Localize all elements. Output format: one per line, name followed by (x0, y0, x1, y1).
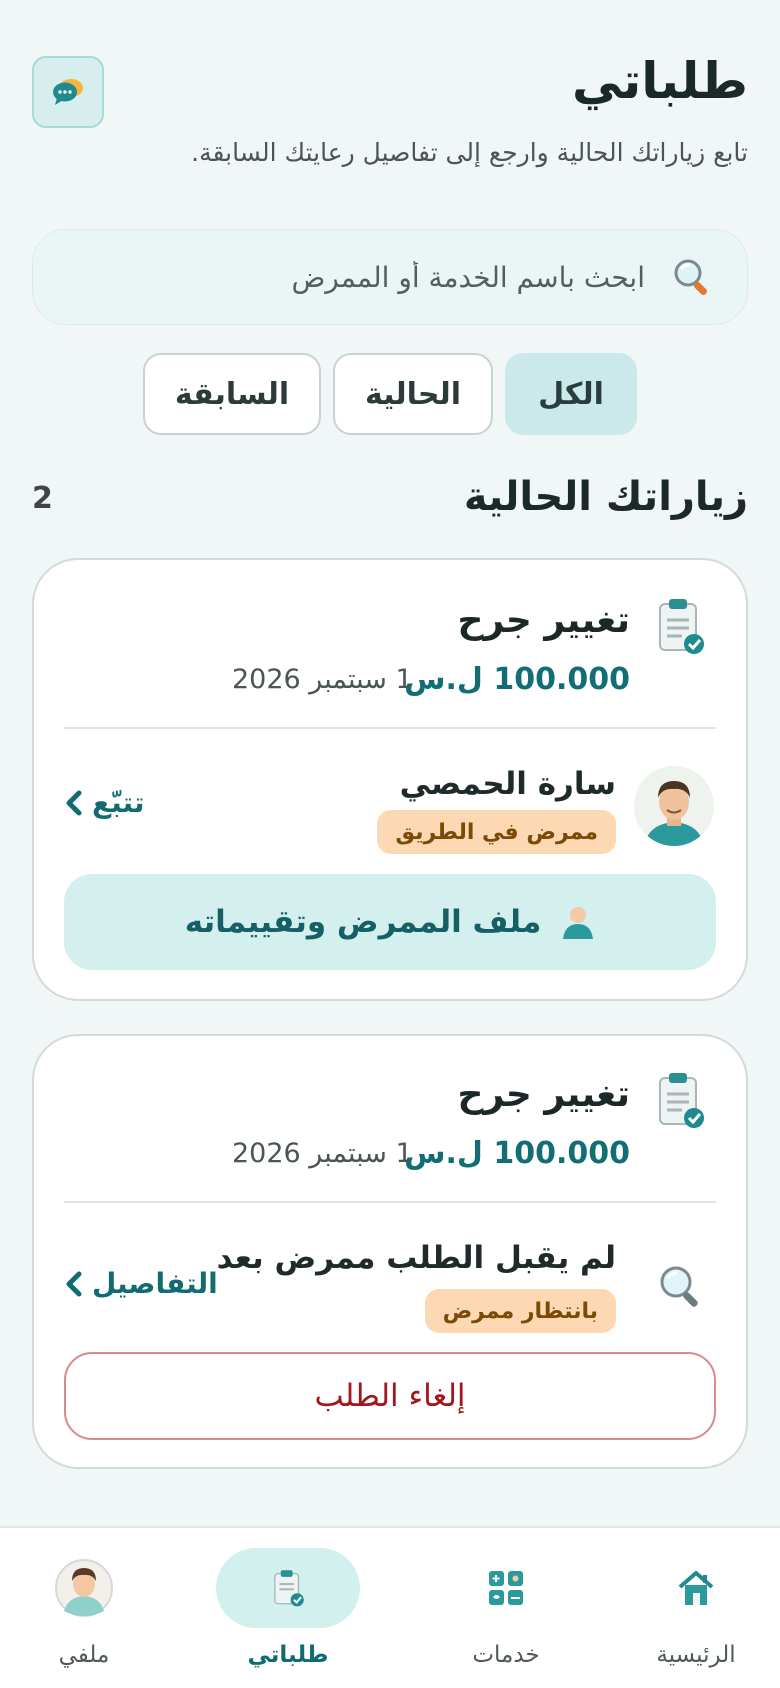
tab-all[interactable]: الكل (505, 353, 637, 435)
order-card: تغيير جرح 100.000 ل.س 1 سبتمبر 2026 لم ي… (32, 1034, 748, 1469)
chat-button[interactable] (32, 56, 104, 128)
tab-past[interactable]: السابقة (143, 353, 321, 435)
nav-item-home[interactable]: الرئيسية (616, 1528, 776, 1688)
nav-label-services: خدمات (472, 1642, 540, 1668)
magnifier-icon (660, 1266, 698, 1307)
nurse-avatar (634, 766, 714, 846)
status-badge: ممرض في الطريق (377, 810, 616, 854)
search-bar[interactable] (32, 229, 748, 325)
nurse-profile-label: ملف الممرض وتقييماته (184, 904, 542, 940)
chevron-left-icon (66, 1271, 82, 1296)
nav-label-home: الرئيسية (656, 1642, 736, 1668)
clipboard-icon (659, 599, 704, 654)
pending-message: لم يقبل الطلب ممرض بعد (216, 1240, 616, 1276)
nurse-profile-button[interactable]: ملف الممرض وتقييماته (64, 874, 716, 970)
order-date: 1 سبتمبر 2026 (232, 664, 413, 695)
order-price: 100.000 ل.س (404, 1136, 630, 1171)
nav-label-orders: طلباتي (247, 1642, 329, 1668)
tab-current[interactable]: الحالية (333, 353, 493, 435)
page-title: طلباتي (571, 52, 748, 110)
nav-item-services[interactable]: خدمات (426, 1528, 586, 1688)
clipboard-icon (659, 1073, 704, 1128)
clipboard-icon (274, 1570, 304, 1607)
status-badge: بانتظار ممرض (424, 1289, 616, 1333)
section-title: زياراتك الحالية (463, 474, 748, 520)
nav-label-profile: ملفي (58, 1642, 110, 1668)
nurse-name: سارة الحمصي (399, 766, 616, 802)
home-icon (678, 1571, 714, 1605)
order-card: تغيير جرح 100.000 ل.س 1 سبتمبر 2026 سارة… (32, 558, 748, 1001)
services-icon (489, 1571, 523, 1605)
divider (64, 727, 716, 729)
chevron-left-icon (66, 790, 82, 815)
nav-item-orders[interactable]: طلباتي (208, 1528, 368, 1688)
profile-avatar-icon (55, 1559, 113, 1617)
cancel-order-button[interactable]: إلغاء الطلب (64, 1352, 716, 1440)
track-label: تتبّع (92, 786, 145, 819)
magnifier-icon (674, 259, 708, 296)
nav-item-profile[interactable]: ملفي (4, 1528, 164, 1688)
page-subtitle: تابع زياراتك الحالية وارجع إلى تفاصيل رع… (191, 138, 748, 167)
order-title: تغيير جرح (457, 1074, 630, 1115)
order-date: 1 سبتمبر 2026 (232, 1138, 413, 1169)
order-price: 100.000 ل.س (404, 662, 630, 697)
chat-bubbles-icon (53, 79, 83, 105)
bottom-nav: الرئيسية خدمات طلباتي ملفي (0, 1526, 780, 1688)
order-title: تغيير جرح (457, 600, 630, 641)
section-count: 2 (32, 481, 53, 516)
divider (64, 1201, 716, 1203)
details-link[interactable]: التفاصيل (64, 1267, 218, 1300)
details-label: التفاصيل (92, 1267, 218, 1300)
search-input[interactable] (85, 260, 645, 294)
cancel-order-label: إلغاء الطلب (314, 1378, 466, 1414)
person-icon (563, 907, 594, 939)
track-link[interactable]: تتبّع (64, 786, 145, 819)
